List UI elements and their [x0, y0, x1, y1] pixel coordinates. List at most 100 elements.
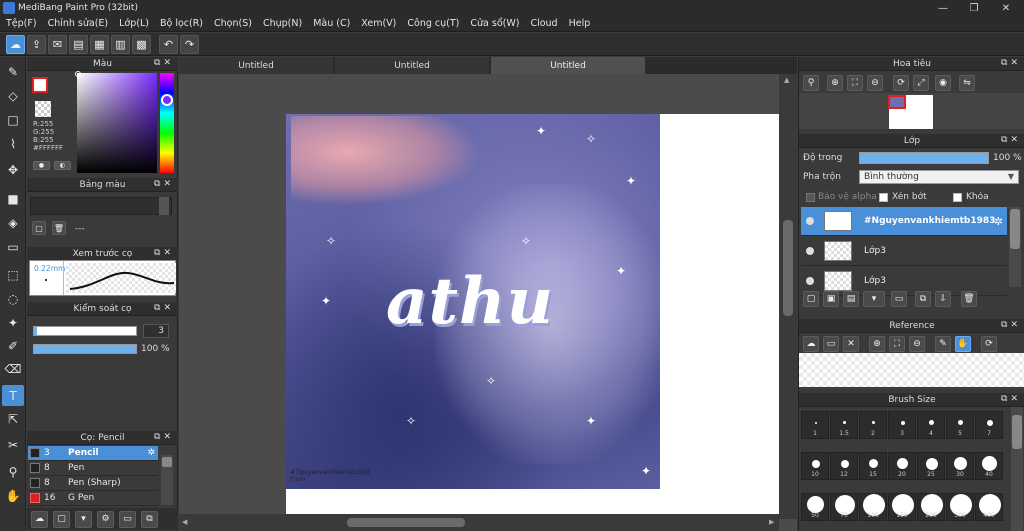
menu-cloud[interactable]: Cloud — [530, 18, 557, 29]
comment-icon[interactable]: ▤ — [69, 34, 88, 54]
panel-controls-icon[interactable]: ⧉✕ — [154, 303, 174, 313]
cloud-reference-icon[interactable]: ☁ — [803, 336, 819, 352]
menu-layer[interactable]: Lớp(L) — [119, 18, 149, 29]
gear-icon[interactable]: ✲ — [147, 448, 155, 458]
layers-scrollbar[interactable] — [1009, 207, 1021, 287]
cloud-brush-icon[interactable]: ☁ — [31, 510, 48, 528]
horizontal-scroll-thumb[interactable] — [347, 518, 465, 527]
brush-size-cell[interactable]: 1 — [801, 411, 829, 439]
ref-zoom-out-icon[interactable]: ⊖ — [909, 336, 925, 352]
minimize-button[interactable]: — — [931, 0, 955, 16]
palette-scrollbar[interactable] — [159, 197, 169, 215]
chat-icon[interactable]: ✉ — [48, 34, 67, 54]
menu-help[interactable]: Help — [569, 18, 591, 29]
brush-size-cell[interactable]: 150 — [888, 493, 916, 521]
menu-filter[interactable]: Bộ lọc(R) — [160, 18, 203, 29]
brush-size-cell[interactable]: 100 — [859, 493, 887, 521]
reference-view[interactable] — [799, 353, 1024, 387]
scroll-left-icon[interactable]: ◀ — [182, 518, 187, 526]
brush-size-cell[interactable]: 300 — [946, 493, 974, 521]
clipping-checkbox[interactable] — [879, 193, 888, 202]
zoom-out-icon[interactable]: ⊖ — [867, 75, 883, 91]
add-brush-menu-icon[interactable]: ▾ — [75, 510, 92, 528]
tab-untitled-3[interactable]: Untitled — [491, 57, 645, 74]
protect-alpha-checkbox[interactable] — [806, 193, 815, 202]
menu-edit[interactable]: Chỉnh sửa(E) — [48, 18, 109, 29]
visibility-icon[interactable] — [806, 217, 814, 225]
undo-icon[interactable]: ↶ — [159, 34, 178, 54]
brush-item-pen-sharp[interactable]: 8 Pen (Sharp) — [28, 476, 158, 491]
page-icon[interactable]: ▦ — [90, 34, 109, 54]
eyedropper-tool-icon[interactable]: ⚲ — [2, 461, 24, 482]
menu-file[interactable]: Tệp(F) — [6, 18, 37, 29]
text-tool-icon[interactable]: T — [2, 385, 24, 406]
cloud-icon[interactable]: ☁ — [6, 34, 25, 54]
brush-size-cell[interactable]: 7 — [975, 411, 1003, 439]
brush-item-pen[interactable]: 8 Pen — [28, 461, 158, 476]
redo-icon[interactable]: ↷ — [180, 34, 199, 54]
brush-item-pencil[interactable]: 3 Pencil ✲ — [28, 446, 158, 461]
brush-size-value[interactable]: 3 — [143, 324, 169, 338]
menu-select[interactable]: Chọn(S) — [214, 18, 252, 29]
reset-rotate-icon[interactable]: ◉ — [935, 75, 951, 91]
zoom-icon[interactable]: ⚲ — [803, 75, 819, 91]
hue-slider-knob[interactable] — [161, 94, 173, 106]
select-tool-icon[interactable]: ⬚ — [2, 264, 24, 285]
layer-row[interactable]: #Nguyenvankhiemtb1983 ✲ — [801, 207, 1007, 236]
menu-window[interactable]: Cửa sổ(W) — [470, 18, 519, 29]
panel-controls-icon[interactable]: ⧉✕ — [1001, 58, 1021, 68]
layer-folder-icon[interactable]: ▭ — [891, 291, 907, 307]
brush-size-cell[interactable]: 3 — [888, 411, 916, 439]
scroll-up-icon[interactable]: ▲ — [784, 76, 789, 84]
tab-untitled-2[interactable]: Untitled — [335, 57, 489, 74]
brush-size-cell[interactable]: 5 — [946, 411, 974, 439]
menu-snap[interactable]: Chụp(N) — [263, 18, 302, 29]
brush-size-cell[interactable]: 25 — [917, 452, 945, 480]
folder-icon[interactable]: ▭ — [119, 510, 136, 528]
new-8bit-layer-icon[interactable]: ▤ — [843, 291, 859, 307]
brush-size-cell[interactable]: 4 — [917, 411, 945, 439]
panel-controls-icon[interactable]: ⧉✕ — [1001, 394, 1021, 404]
brush-size-cell[interactable]: 20 — [888, 452, 916, 480]
blend-mode-select[interactable]: Bình thường ▼ — [859, 170, 1019, 184]
panel-controls-icon[interactable]: ⧉✕ — [154, 58, 174, 68]
panel-controls-icon[interactable]: ⧉✕ — [154, 179, 174, 189]
rotate-icon[interactable]: ⟳ — [893, 75, 909, 91]
close-button[interactable]: ✕ — [994, 0, 1018, 16]
dot-tool-icon[interactable]: □ — [2, 109, 24, 130]
lasso-tool-icon[interactable]: ◌ — [2, 288, 24, 309]
brush-opacity-slider[interactable] — [33, 344, 137, 354]
brush-size-cell[interactable]: 200 — [917, 493, 945, 521]
eraser-tool-icon[interactable]: ◇ — [2, 85, 24, 106]
hand-tool-icon[interactable]: ✋ — [2, 485, 24, 506]
duplicate-brush-icon[interactable]: ⧉ — [141, 510, 158, 528]
canvas-vertical-scrollbar[interactable]: ▲ — [779, 74, 797, 519]
background-color-swatch[interactable] — [35, 101, 51, 117]
layer-opacity-slider[interactable] — [859, 152, 989, 164]
brush-size-cell[interactable]: 12 — [830, 452, 858, 480]
color-picker-knob[interactable] — [75, 71, 81, 77]
gear-icon[interactable]: ✲ — [994, 215, 1003, 228]
ref-fit-icon[interactable]: ⛶ — [889, 336, 905, 352]
brush-size-scrollbar[interactable] — [1011, 407, 1023, 531]
saturation-value-picker[interactable] — [77, 73, 157, 173]
ref-zoom-in-icon[interactable]: ⊕ — [869, 336, 885, 352]
share-icon[interactable]: ⇪ — [27, 34, 46, 54]
duplicate-layer-icon[interactable]: ⧉ — [915, 291, 931, 307]
actual-size-icon[interactable]: ⤢ — [913, 75, 929, 91]
select-eraser-tool-icon[interactable]: ⌫ — [2, 358, 24, 379]
add-brush-icon[interactable]: ▢ — [53, 510, 70, 528]
delete-layer-icon[interactable]: 🗑 — [961, 291, 977, 307]
maximize-button[interactable]: ❐ — [962, 0, 986, 16]
brush-size-cell[interactable]: 30 — [946, 452, 974, 480]
transparent-color-button[interactable]: ◐ — [54, 161, 71, 170]
ref-hand-icon[interactable]: ✋ — [955, 336, 971, 352]
brush-item-g-pen[interactable]: 16 G Pen — [28, 491, 158, 506]
brush-size-cell[interactable]: 10 — [801, 452, 829, 480]
brush-size-slider[interactable] — [33, 326, 137, 336]
delete-palette-icon[interactable]: 🗑 — [52, 221, 66, 235]
flip-icon[interactable]: ⇋ — [959, 75, 975, 91]
ref-rotate-icon[interactable]: ⟳ — [981, 336, 997, 352]
hue-slider[interactable] — [160, 73, 174, 173]
operation-tool-icon[interactable]: ⇱ — [2, 408, 24, 429]
